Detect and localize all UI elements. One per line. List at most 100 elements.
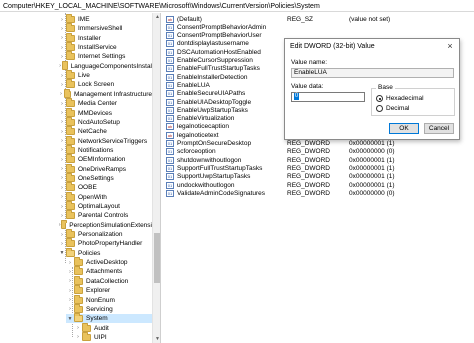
folder-icon [66, 126, 75, 136]
folder-icon [74, 285, 83, 295]
chevron-right-icon[interactable]: › [58, 34, 66, 43]
tree-item[interactable]: › Lock Screen [58, 79, 152, 89]
tree-item[interactable]: › OEMInformation [58, 154, 152, 164]
tree-item[interactable]: › Explorer [66, 285, 152, 295]
scrollbar-thumb[interactable] [154, 233, 160, 283]
value-row[interactable]: 01 undockwithoutlogon REG_DWORD 0x00000001 … [162, 181, 474, 189]
value-row[interactable]: 01 ValidateAdminCodeSignatures REG_DWORD 0x… [162, 189, 474, 197]
tree-item[interactable]: › Media Center [58, 98, 152, 108]
chevron-right-icon[interactable]: › [58, 109, 66, 118]
scroll-down-arrow-icon[interactable]: ▼ [153, 335, 160, 343]
tree-item-label: NcdAutoSetup [78, 118, 120, 126]
radio-hexadecimal[interactable]: Hexadecimal [376, 95, 424, 102]
chevron-right-icon[interactable]: › [58, 71, 66, 80]
radio-decimal[interactable]: Decimal [376, 105, 409, 112]
reg-dword-icon: 01 [166, 181, 174, 189]
tree-item[interactable]: › Notifications [58, 144, 152, 155]
tree-item[interactable]: › NetworkServiceTriggers [58, 135, 152, 146]
chevron-right-icon[interactable]: › [74, 333, 82, 342]
value-row[interactable]: ab (Default) REG_SZ (value not set) [162, 15, 474, 23]
tree-item[interactable]: › IME [58, 14, 152, 24]
chevron-right-icon[interactable]: › [66, 296, 74, 305]
tree-item[interactable]: › NcdAutoSetup [58, 116, 152, 127]
tree-item[interactable]: › InstallService [58, 42, 152, 52]
tree-item[interactable]: › ImmersiveShell [58, 23, 152, 33]
tree-item[interactable]: ▼ Policies [58, 247, 152, 258]
close-icon[interactable]: × [445, 41, 455, 51]
chevron-right-icon[interactable]: › [58, 90, 64, 99]
tree-item[interactable]: › OneDriveRamps [58, 163, 152, 174]
chevron-right-icon[interactable]: › [58, 239, 66, 248]
tree-item[interactable]: › Internet Settings [58, 51, 152, 61]
tree-item[interactable]: › Personalization [58, 229, 152, 239]
value-row[interactable]: 01 shutdownwithoutlogon REG_DWORD 0x0000000… [162, 156, 474, 164]
tree-item[interactable]: › OOBE [58, 182, 152, 192]
reg-dword-icon: 01 [166, 23, 174, 31]
value-row[interactable]: 01 scforceoption REG_DWORD 0x00000000 (0) [162, 148, 474, 156]
folder-icon [74, 313, 83, 323]
chevron-right-icon[interactable]: › [66, 258, 74, 267]
chevron-right-icon[interactable]: › [58, 174, 66, 183]
tree-item[interactable]: › Installer [58, 32, 152, 43]
folder-icon [66, 135, 75, 145]
value-row[interactable]: 01 SupportFullTrustStartupTasks REG_DWORD 0… [162, 164, 474, 172]
chevron-right-icon[interactable]: › [58, 183, 66, 192]
chevron-right-icon[interactable]: › [66, 286, 74, 295]
chevron-down-icon[interactable]: ▼ [66, 314, 74, 323]
tree-item-label: ImmersiveShell [78, 25, 123, 33]
folder-icon [66, 14, 75, 23]
tree-item[interactable]: › OptimalLayout [58, 201, 152, 211]
address-bar[interactable]: Computer\HKEY_LOCAL_MACHINE\SOFTWARE\Mic… [0, 0, 474, 12]
chevron-right-icon[interactable]: › [66, 277, 74, 286]
chevron-right-icon[interactable]: › [58, 99, 66, 108]
tree-item[interactable]: › UIPI [74, 331, 152, 342]
tree-item[interactable]: › OpenWith [58, 191, 152, 202]
chevron-right-icon[interactable]: › [66, 305, 74, 314]
chevron-right-icon[interactable]: › [58, 146, 66, 155]
tree-item-label: OOBE [78, 184, 97, 192]
chevron-right-icon[interactable]: › [58, 15, 66, 24]
chevron-right-icon[interactable]: › [58, 211, 66, 220]
tree-vertical-scrollbar[interactable]: ▲ ▼ [152, 13, 160, 343]
tree-item[interactable]: › OneSettings [58, 172, 152, 183]
chevron-right-icon[interactable]: › [58, 118, 66, 127]
chevron-right-icon[interactable]: › [58, 165, 66, 174]
tree-item[interactable]: › MMDevices [58, 107, 152, 118]
tree-item[interactable]: › PerceptionSimulationExtensi [58, 219, 152, 230]
chevron-right-icon[interactable]: › [58, 202, 66, 211]
tree-item[interactable]: › Management Infrastructure [58, 88, 152, 99]
value-name-field[interactable]: EnableLUA [291, 68, 454, 78]
reg-dword-icon: 01 [166, 156, 174, 164]
tree-item[interactable]: › Parental Controls [58, 210, 152, 220]
chevron-right-icon[interactable]: › [58, 43, 66, 52]
registry-tree[interactable]: › IME › ImmersiveShell › Installer › InstallSer… [0, 13, 161, 343]
radio-hexadecimal-label: Hexadecimal [386, 95, 424, 102]
ok-button[interactable]: OK [389, 123, 419, 134]
cancel-button[interactable]: Cancel [424, 123, 454, 134]
chevron-right-icon[interactable]: › [58, 137, 66, 146]
radio-hexadecimal-dot[interactable] [376, 95, 383, 102]
tree-item[interactable]: ▼ System [66, 313, 152, 324]
chevron-down-icon[interactable]: ▼ [58, 249, 66, 258]
chevron-right-icon[interactable]: › [74, 324, 82, 333]
scroll-up-arrow-icon[interactable]: ▲ [153, 13, 160, 21]
chevron-right-icon[interactable]: › [58, 230, 66, 239]
radio-decimal-dot[interactable] [376, 105, 383, 112]
tree-item[interactable]: › PhotoPropertyHandler [58, 238, 152, 248]
chevron-right-icon[interactable]: › [58, 127, 66, 136]
tree-item[interactable]: › Live [58, 70, 152, 80]
chevron-right-icon[interactable]: › [58, 155, 66, 164]
value-row[interactable]: 01 PromptOnSecureDesktop REG_DWORD 0x000000… [162, 140, 474, 148]
chevron-right-icon[interactable]: › [58, 193, 66, 202]
folder-icon [74, 266, 83, 276]
tree-item-label: NonEnum [86, 296, 115, 304]
chevron-right-icon[interactable]: › [58, 24, 66, 33]
tree-item[interactable]: › NetCache [58, 126, 152, 136]
value-row[interactable]: 01 SupportUwpStartupTasks REG_DWORD 0x00000… [162, 173, 474, 181]
value-row[interactable]: 01 ConsentPromptBehaviorAdmin [162, 23, 474, 31]
value-name: SupportUwpStartupTasks [177, 173, 251, 181]
tree-item[interactable]: › LanguageComponentsInstal [58, 60, 152, 71]
chevron-right-icon[interactable]: › [66, 267, 74, 276]
value-data-input[interactable]: 0 [291, 92, 365, 102]
value-name: EnableInstallerDetection [177, 73, 248, 81]
